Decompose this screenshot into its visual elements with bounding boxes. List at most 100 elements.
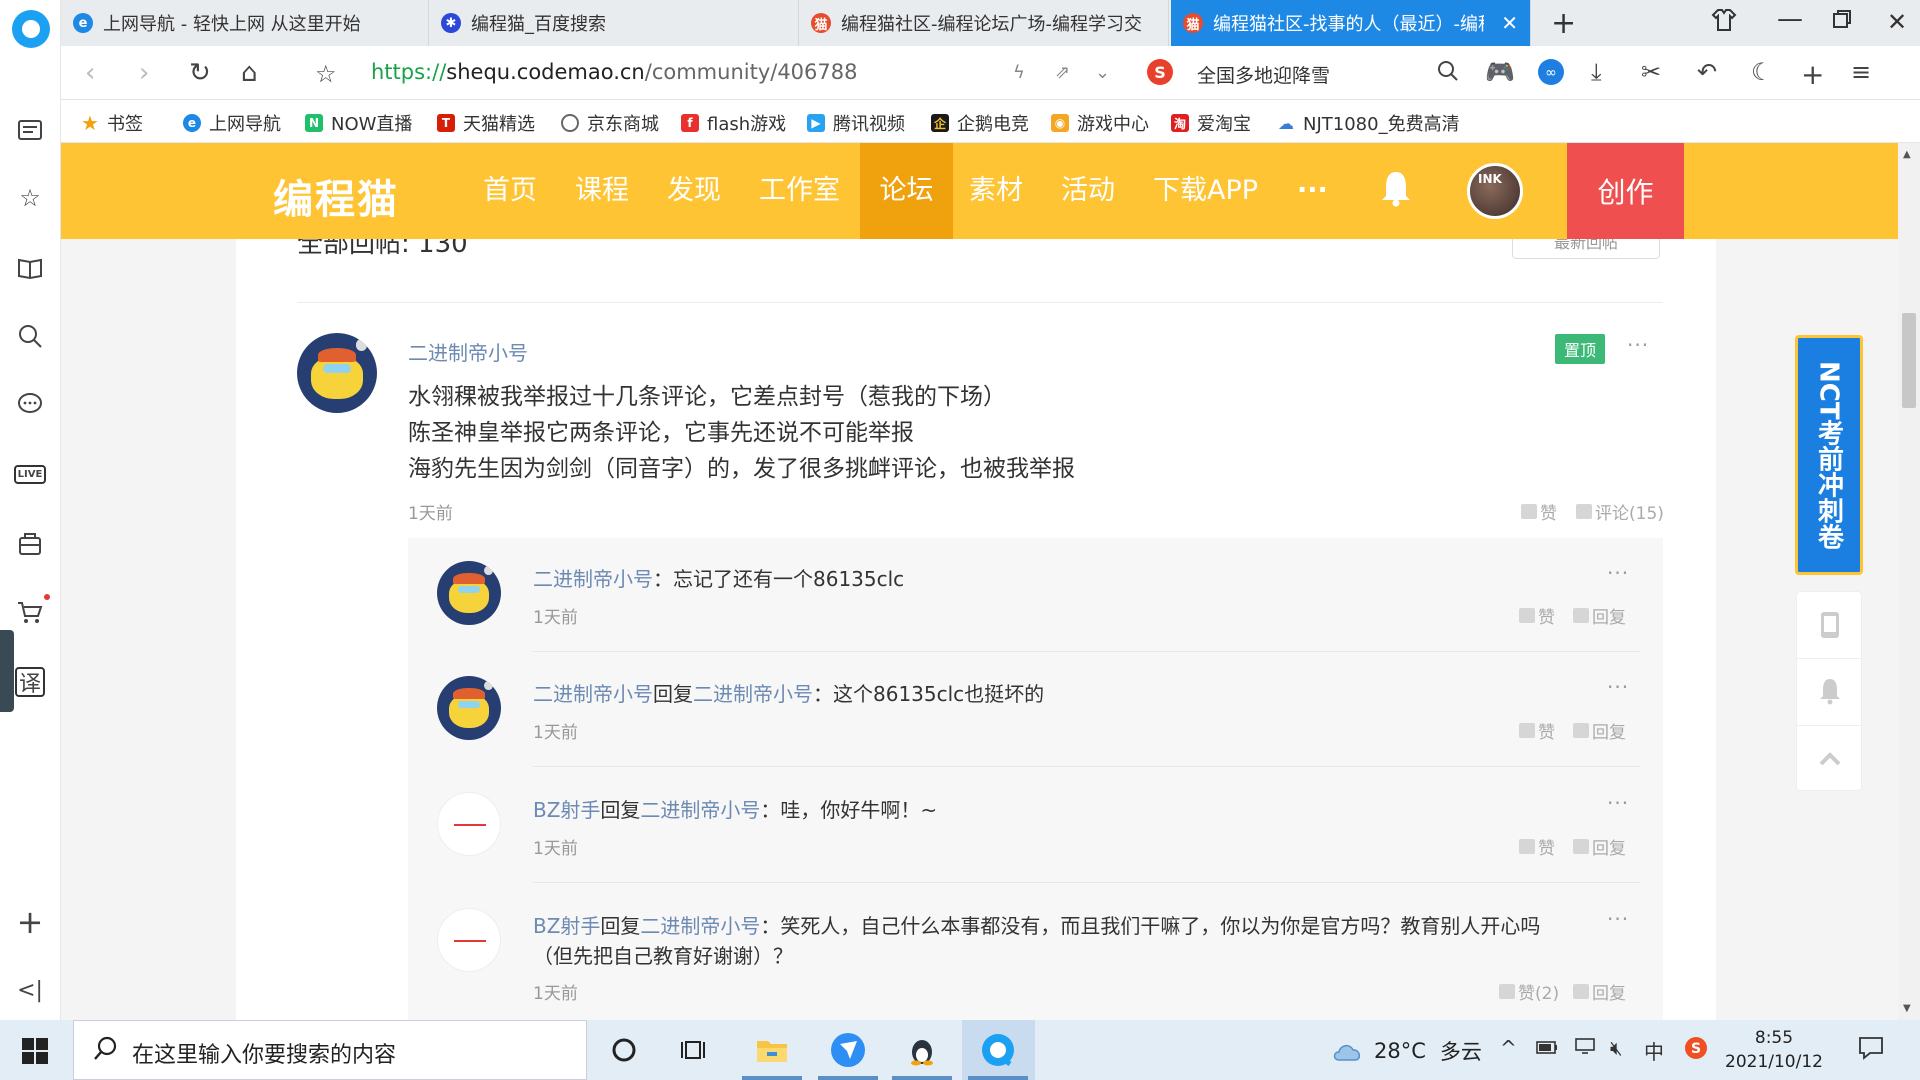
add-icon[interactable]: +	[12, 903, 48, 941]
more-options-icon[interactable]: ···	[1607, 561, 1629, 585]
reply-user[interactable]: BZ射手	[533, 798, 600, 822]
chat-icon[interactable]	[12, 386, 48, 422]
scroll-up-icon[interactable]: ▲	[1903, 149, 1911, 160]
bookmark-item[interactable]: ★ 书签	[81, 110, 143, 136]
translate-icon[interactable]: 译	[12, 664, 48, 700]
reply-user[interactable]: 二进制帝小号	[533, 682, 653, 706]
search-icon[interactable]	[12, 318, 48, 354]
restore-button[interactable]	[1831, 8, 1853, 35]
cortana-icon[interactable]	[602, 1028, 646, 1072]
reply-user[interactable]: 二进制帝小号	[533, 567, 653, 591]
like-button[interactable]: 赞	[1519, 718, 1555, 743]
skin-shirt-icon[interactable]	[1711, 8, 1737, 37]
tab-1[interactable]: ✱ 编程猫_百度搜索	[429, 0, 799, 46]
search-box-text[interactable]: 全国多地迎降雪	[1197, 61, 1330, 88]
nav-home[interactable]: 首页	[483, 143, 537, 239]
bookmark-star-icon[interactable]: ☆	[315, 60, 337, 88]
mailbox-icon[interactable]	[12, 526, 48, 562]
bookmark-item[interactable]: N NOW直播	[305, 110, 412, 136]
bookmark-item[interactable]: 京东商城	[561, 110, 659, 136]
reply-user[interactable]: BZ射手	[533, 914, 600, 938]
nav-materials[interactable]: 素材	[969, 143, 1023, 239]
user-avatar[interactable]: INK	[1467, 163, 1523, 219]
bookmark-item[interactable]: ◉ 游戏中心	[1051, 110, 1149, 136]
feishu-icon[interactable]	[826, 1028, 870, 1072]
like-button[interactable]: 赞	[1519, 834, 1555, 859]
home-icon[interactable]: ⌂	[241, 58, 258, 88]
download-icon[interactable]: ⤓	[1591, 58, 1602, 86]
bookmark-item[interactable]: T 天猫精选	[437, 110, 535, 136]
reload-icon[interactable]: ↻	[189, 58, 211, 88]
nav-download-app[interactable]: 下载APP	[1153, 143, 1258, 239]
favorites-star-icon[interactable]: ☆	[12, 180, 48, 216]
minimize-button[interactable]: —	[1777, 4, 1803, 34]
notification-center-icon[interactable]	[1858, 1036, 1884, 1065]
nav-discover[interactable]: 发现	[667, 143, 721, 239]
bookmark-item[interactable]: 淘爱淘宝	[1171, 110, 1251, 136]
nav-more[interactable]: ···	[1297, 143, 1328, 239]
reply-button[interactable]: 回复	[1573, 603, 1626, 628]
reply-avatar[interactable]	[437, 676, 501, 740]
browser-logo-icon[interactable]	[12, 10, 50, 48]
reply-avatar-arrow-icon[interactable]	[437, 908, 501, 972]
reply-target-user[interactable]: 二进制帝小号	[640, 914, 760, 938]
reply-target-user[interactable]: 二进制帝小号	[693, 682, 813, 706]
task-view-icon[interactable]	[672, 1028, 716, 1072]
cart-icon[interactable]	[12, 594, 48, 630]
nav-activities[interactable]: 活动	[1061, 143, 1115, 239]
file-explorer-icon[interactable]	[750, 1028, 794, 1072]
scissors-icon[interactable]: ✂	[1641, 58, 1661, 86]
reply-button[interactable]: 回复	[1573, 834, 1626, 859]
share-icon[interactable]: ⇗	[1055, 62, 1070, 83]
more-options-icon[interactable]: ···	[1607, 791, 1629, 815]
more-options-icon[interactable]: ···	[1627, 333, 1649, 357]
back-icon[interactable]: ‹	[85, 58, 95, 88]
volume-widget[interactable]	[0, 630, 14, 712]
reply-button[interactable]: 回复	[1573, 718, 1626, 743]
scroll-down-icon[interactable]: ▼	[1903, 1003, 1911, 1014]
reply-avatar-arrow-icon[interactable]	[437, 792, 501, 856]
weather-widget[interactable]: 28°C 多云	[1330, 1036, 1482, 1066]
bookmark-item[interactable]: e 上网导航	[183, 110, 281, 136]
collapse-sidebar-icon[interactable]: <|	[12, 972, 48, 1008]
search-icon[interactable]	[1437, 60, 1459, 88]
nav-studio[interactable]: 工作室	[759, 143, 840, 239]
nct-exam-banner[interactable]: NCT考前冲刺卷	[1795, 335, 1863, 575]
chevron-up-icon[interactable]: ^	[1500, 1036, 1517, 1060]
windows-start-icon[interactable]	[22, 1038, 48, 1064]
bell-icon[interactable]	[1817, 676, 1843, 706]
scroll-thumb[interactable]	[1902, 313, 1916, 408]
network-icon[interactable]	[1574, 1036, 1596, 1060]
bell-icon[interactable]	[1379, 169, 1413, 207]
post-author-avatar[interactable]	[297, 333, 377, 413]
tab-2[interactable]: 猫 编程猫社区-编程论坛广场-编程学习交	[799, 0, 1169, 46]
system-clock[interactable]: 8:55 2021/10/12	[1725, 1026, 1823, 1074]
news-icon[interactable]	[12, 112, 48, 148]
like-button[interactable]: 赞	[1521, 499, 1557, 524]
sogou-search-icon[interactable]: S	[1147, 59, 1173, 85]
url-field[interactable]: https://shequ.codemao.cn/community/40678…	[371, 60, 858, 84]
bookmark-item[interactable]: ▶ 腾讯视频	[807, 110, 905, 136]
bookmark-item[interactable]: f flash游戏	[681, 110, 786, 136]
nav-forum[interactable]: 论坛	[860, 143, 953, 239]
new-tab-button[interactable]: +	[1551, 6, 1576, 41]
battery-icon[interactable]	[1536, 1036, 1558, 1060]
nav-courses[interactable]: 课程	[575, 143, 629, 239]
close-tab-icon[interactable]: ✕	[1501, 11, 1518, 35]
reply-avatar[interactable]	[437, 561, 501, 625]
qq-penguin-icon[interactable]	[900, 1028, 944, 1072]
close-window-button[interactable]: ✕	[1887, 8, 1907, 36]
more-options-icon[interactable]: ···	[1607, 907, 1629, 931]
live-icon[interactable]: LIVE	[12, 456, 48, 492]
game-controller-icon[interactable]: 🎮	[1485, 58, 1515, 86]
ime-indicator[interactable]: 中	[1644, 1036, 1664, 1065]
sogou-ime-icon[interactable]: S	[1684, 1036, 1708, 1065]
bookmark-item[interactable]: ☁ NJT1080_免费高清	[1277, 110, 1517, 136]
like-button[interactable]: 赞	[1519, 603, 1555, 628]
book-icon[interactable]	[12, 250, 48, 286]
mobile-icon[interactable]	[1817, 610, 1843, 640]
bookmark-item[interactable]: 企企鹅电竞	[931, 110, 1029, 136]
like-button[interactable]: 赞(2)	[1499, 979, 1559, 1004]
codemao-logo[interactable]: 编程猫	[273, 167, 399, 225]
forward-icon[interactable]: ›	[139, 58, 149, 88]
